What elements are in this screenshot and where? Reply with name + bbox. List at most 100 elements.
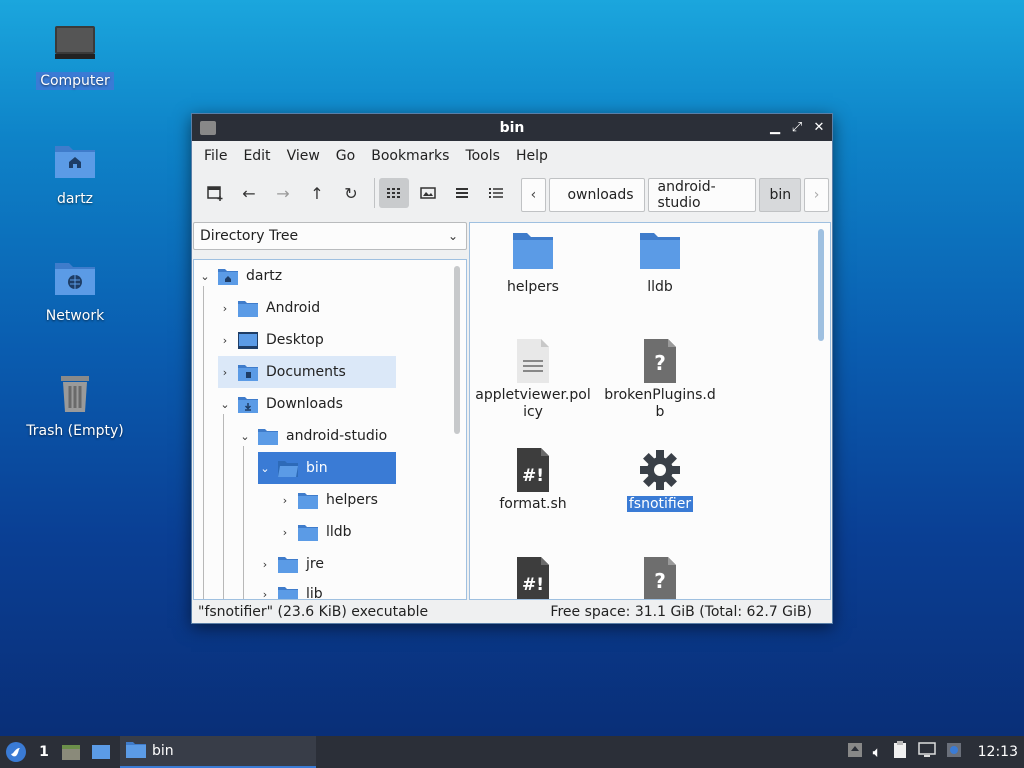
collapse-icon[interactable]: ⌄ (238, 430, 252, 443)
info-icon[interactable] (946, 742, 962, 762)
desktop-icon-trash[interactable]: Trash (Empty) (20, 372, 130, 440)
window-titlebar[interactable]: bin ▁ ⤢ ✕ (192, 114, 832, 141)
side-pane: Directory Tree ⌄ ⌄ dartz › Android › Des… (193, 222, 467, 600)
minimize-icon[interactable]: ▁ (768, 120, 782, 135)
collapse-icon[interactable]: ⌄ (218, 398, 232, 411)
script-icon: #! (513, 557, 553, 599)
script-icon: #! (513, 448, 553, 492)
file-item[interactable]: ? brokenPlugins.db (601, 339, 719, 421)
thumbnail-view-icon[interactable] (413, 178, 443, 208)
menu-edit[interactable]: Edit (235, 148, 278, 164)
updates-icon[interactable] (847, 742, 863, 762)
network-folder-icon (53, 257, 97, 301)
file-item[interactable]: #! (474, 557, 592, 599)
workspace-switcher[interactable]: 1 (32, 736, 56, 768)
file-manager-launcher-icon[interactable] (56, 736, 86, 768)
close-icon[interactable]: ✕ (812, 120, 826, 135)
maximize-icon[interactable]: ⤢ (790, 120, 804, 135)
clock[interactable]: 12:13 (978, 744, 1018, 760)
menu-help[interactable]: Help (508, 148, 556, 164)
tree-guide-line (223, 414, 224, 599)
path-scroll-right-icon[interactable]: › (804, 178, 829, 212)
status-selection-info: "fsnotifier" (23.6 KiB) executable (198, 604, 429, 620)
downloads-folder-icon (238, 396, 258, 413)
tree-item-label: android-studio (286, 428, 388, 444)
tree-item-lldb[interactable]: › lldb (278, 516, 352, 548)
tree-scrollbar[interactable] (454, 266, 460, 434)
collapse-icon[interactable]: ⌄ (198, 270, 212, 283)
file-item[interactable]: appletviewer.policy (474, 339, 592, 421)
menu-file[interactable]: File (196, 148, 235, 164)
desktop-icon-label: Network (45, 308, 105, 324)
tree-guide-line (203, 286, 204, 599)
folder-icon (126, 741, 146, 762)
detailed-list-view-icon[interactable] (481, 178, 511, 208)
up-icon[interactable]: ↑ (302, 178, 332, 208)
menu-tools[interactable]: Tools (457, 148, 508, 164)
svg-text:#!: #! (522, 575, 544, 595)
toolbar: ← → ↑ ↻ ‹ ownloads android-studio bin › (192, 171, 832, 215)
file-item[interactable]: helpers (474, 231, 592, 296)
icon-view-icon[interactable] (379, 178, 409, 208)
desktop-icon-label: Trash (Empty) (26, 423, 124, 439)
tree-item-android[interactable]: › Android (218, 292, 320, 324)
file-name: fsnotifier (626, 496, 694, 512)
task-button-bin[interactable]: bin (120, 736, 316, 768)
tree-item-documents[interactable]: › Documents (218, 356, 396, 388)
file-item[interactable]: lldb (601, 231, 719, 296)
svg-text:?: ? (654, 351, 666, 375)
collapse-icon[interactable]: ⌄ (258, 462, 272, 475)
desktop-folder-icon (238, 331, 258, 349)
menu-go[interactable]: Go (328, 148, 363, 164)
reload-icon[interactable]: ↻ (336, 178, 366, 208)
home-folder-icon (218, 268, 238, 285)
expand-icon[interactable]: › (258, 558, 272, 571)
menu-view[interactable]: View (279, 148, 328, 164)
network-icon[interactable] (917, 742, 936, 762)
file-item[interactable]: ? (601, 557, 719, 599)
tree-item-dartz[interactable]: ⌄ dartz (198, 260, 282, 292)
svg-text:#!: #! (522, 466, 544, 486)
forward-icon[interactable]: → (268, 178, 298, 208)
tree-item-jre[interactable]: › jre (258, 548, 324, 580)
path-crumb[interactable]: ownloads (548, 178, 645, 212)
clipboard-icon[interactable] (892, 741, 908, 763)
path-crumb-current[interactable]: bin (759, 178, 802, 212)
desktop-icon-home[interactable]: dartz (20, 140, 130, 208)
file-item[interactable]: #! format.sh (474, 448, 592, 513)
file-item-selected[interactable]: fsnotifier (601, 448, 719, 513)
file-view-scrollbar[interactable] (818, 229, 824, 341)
start-menu-icon[interactable] (0, 736, 32, 768)
chevron-down-icon: ⌄ (447, 229, 458, 243)
path-scroll-left-icon[interactable]: ‹ (521, 178, 546, 212)
tree-item-lib[interactable]: › lib (258, 578, 323, 600)
expand-icon[interactable]: › (218, 334, 232, 347)
tree-item-helpers[interactable]: › helpers (278, 484, 378, 516)
tree-item-desktop[interactable]: › Desktop (218, 324, 324, 356)
file-name: format.sh (499, 496, 567, 512)
menu-bookmarks[interactable]: Bookmarks (363, 148, 457, 164)
tree-item-android-studio[interactable]: ⌄ android-studio (238, 420, 387, 452)
desktop-icon-computer[interactable]: Computer (20, 22, 130, 90)
file-name: lldb (647, 279, 673, 295)
tree-item-bin[interactable]: ⌄ bin (258, 452, 396, 484)
side-pane-mode-select[interactable]: Directory Tree ⌄ (193, 222, 467, 250)
path-crumb[interactable]: android-studio (647, 178, 757, 212)
tree-item-label: Downloads (266, 396, 343, 412)
expand-icon[interactable]: › (258, 588, 272, 600)
expand-icon[interactable]: › (278, 494, 292, 507)
volume-icon[interactable]: 🔈︎ (873, 743, 882, 761)
expand-icon[interactable]: › (218, 366, 232, 379)
expand-icon[interactable]: › (218, 302, 232, 315)
compact-view-icon[interactable] (447, 178, 477, 208)
tree-item-label: helpers (326, 492, 378, 508)
desktop-icon-network[interactable]: Network (20, 257, 130, 325)
show-desktop-icon[interactable] (86, 736, 116, 768)
folder-icon (258, 428, 278, 445)
new-tab-icon[interactable] (200, 178, 230, 208)
expand-icon[interactable]: › (278, 526, 292, 539)
status-free-space: Free space: 31.1 GiB (Total: 62.7 GiB) (550, 604, 812, 620)
back-icon[interactable]: ← (234, 178, 264, 208)
tree-item-downloads[interactable]: ⌄ Downloads (218, 388, 343, 420)
open-folder-icon (278, 460, 298, 477)
